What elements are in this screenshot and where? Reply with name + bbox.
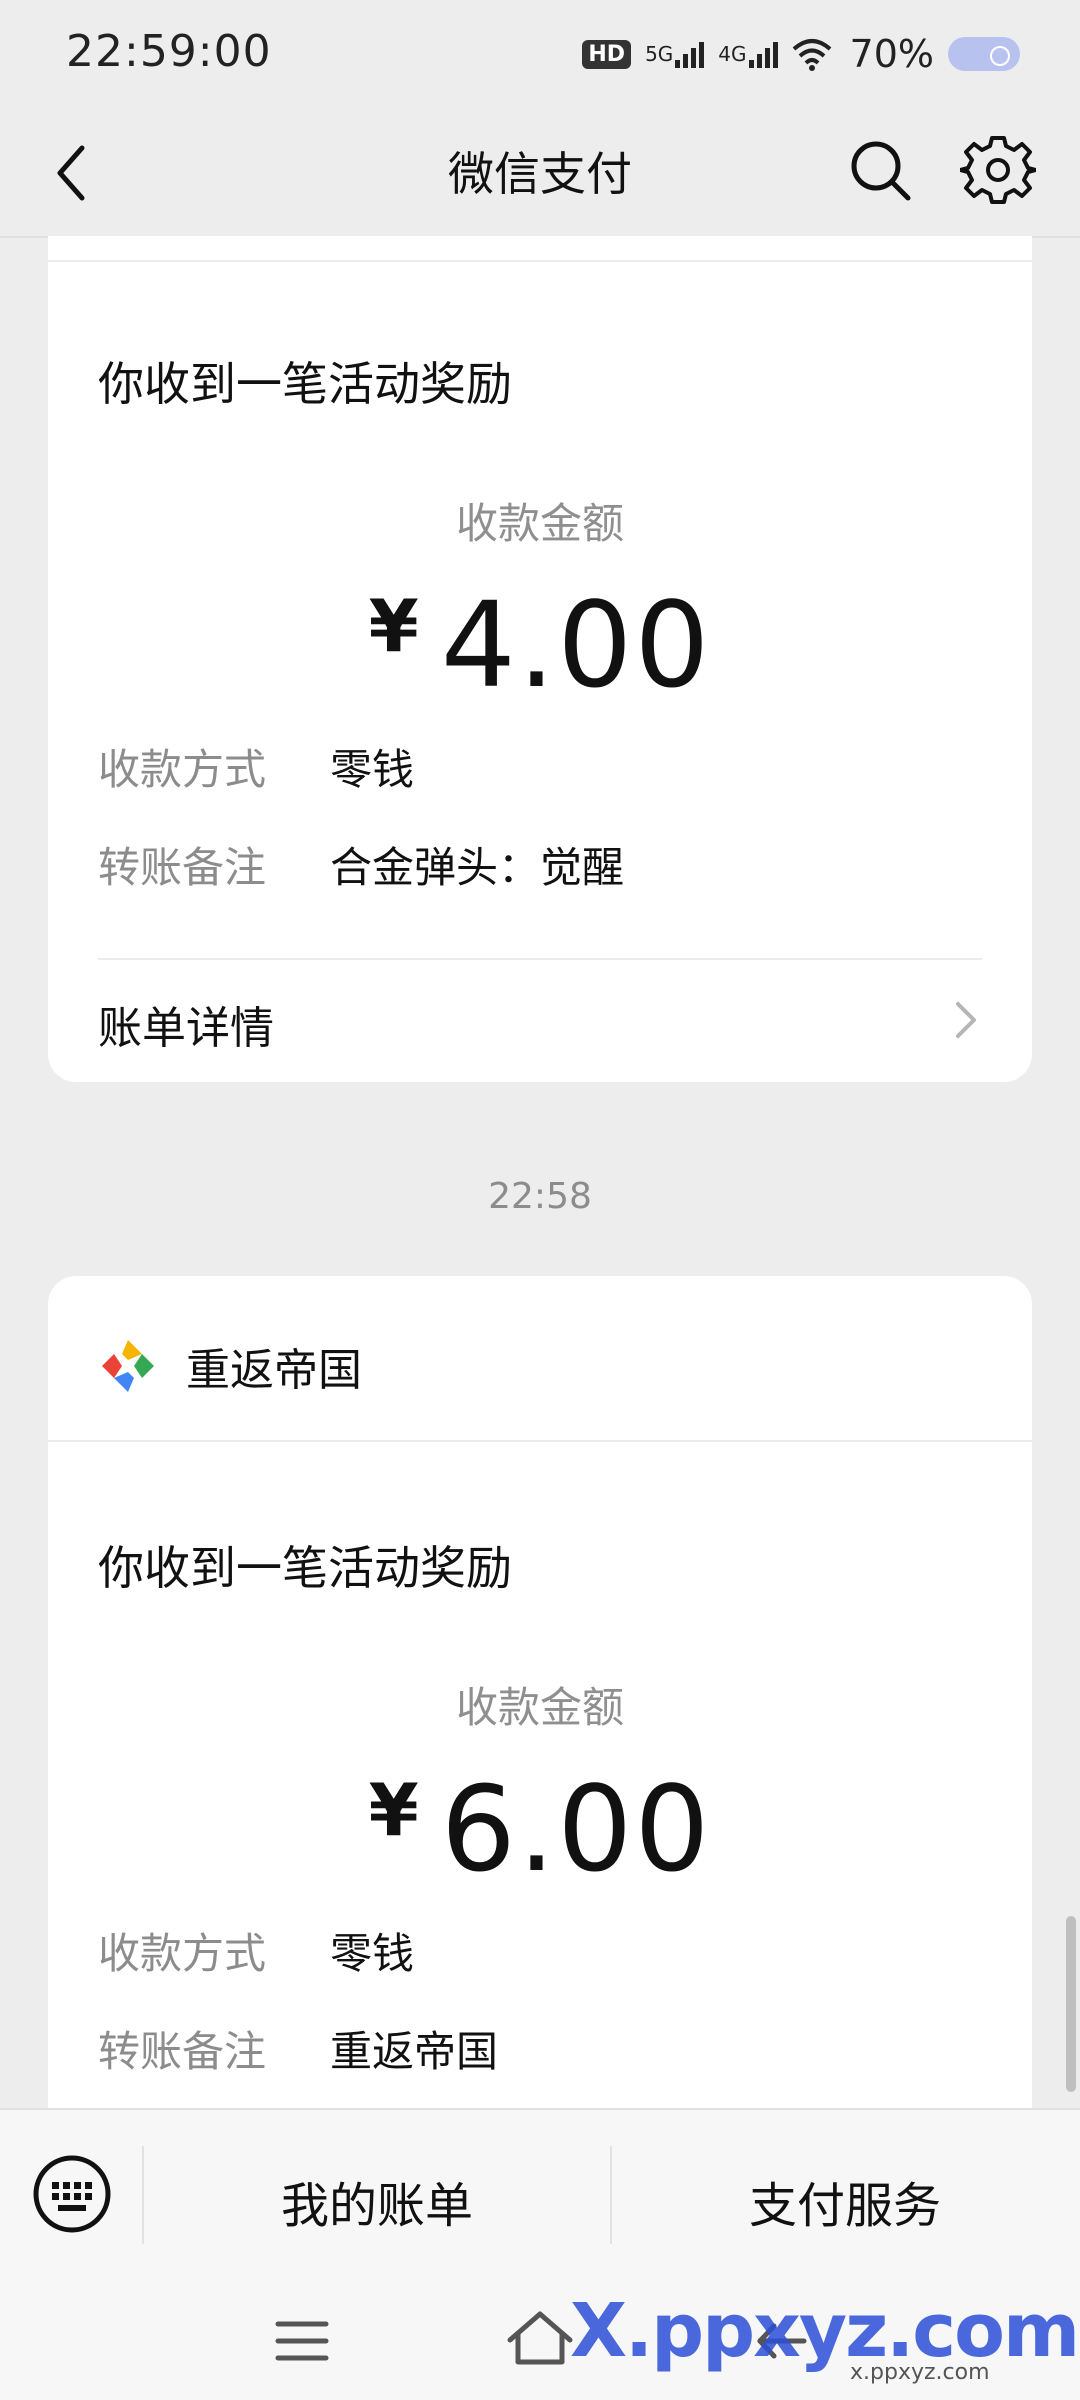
note-value: 合金弹头：觉醒 <box>330 843 625 892</box>
scrollbar-thumb[interactable] <box>1066 1916 1076 2092</box>
timestamp-separator: 22:58 <box>488 1176 592 1217</box>
merchant-header[interactable]: 重返帝国 <box>98 1326 362 1406</box>
card-divider <box>48 260 1032 262</box>
amount-label: 收款金额 <box>455 499 624 548</box>
payment-method-row: 收款方式 零钱 <box>98 736 414 797</box>
watermark: X.ppxyz.com <box>570 2288 1080 2374</box>
merchant-name: 重返帝国 <box>186 1345 362 1396</box>
amount-value: 4.00 <box>440 576 712 714</box>
signal-4g-icon: 4G <box>718 40 778 68</box>
signal-5g-icon: 5G <box>645 40 705 68</box>
status-time: 22:59:00 <box>66 26 272 77</box>
amount-display: ¥4.00 <box>48 576 1032 714</box>
gear-icon[interactable] <box>960 132 1036 208</box>
top-nav: 微信支付 <box>0 110 1080 238</box>
currency-symbol: ¥ <box>368 584 419 668</box>
tab-payment-services[interactable]: 支付服务 <box>612 2166 1078 2236</box>
search-icon[interactable] <box>846 136 916 206</box>
watermark-url: x.ppxyz.com <box>850 2360 990 2385</box>
amount-value: 6.00 <box>440 1760 712 1898</box>
status-icons: HD 5G 4G 70% <box>582 32 1020 76</box>
note-value: 重返帝国 <box>330 2027 499 2076</box>
wifi-icon <box>792 39 831 71</box>
card-divider <box>98 958 982 960</box>
card-heading: 你收到一笔活动奖励 <box>98 357 512 411</box>
currency-symbol: ¥ <box>368 1768 419 1852</box>
note-key: 转账备注 <box>98 2027 267 2076</box>
page-title: 微信支付 <box>448 147 632 201</box>
status-bar: 22:59:00 HD 5G 4G 70% <box>0 0 1080 110</box>
method-key: 收款方式 <box>98 745 267 794</box>
hd-icon: HD <box>582 39 632 69</box>
amount-label: 收款金额 <box>455 1683 624 1732</box>
net1-label: 5G <box>645 42 674 66</box>
battery-percent: 70% <box>849 32 934 76</box>
bill-detail-label: 账单详情 <box>98 1003 274 1054</box>
battery-icon <box>948 37 1020 71</box>
transaction-card-2: 重返帝国 你收到一笔活动奖励 收款金额 ¥6.00 收款方式 零钱 转账备注 重返帝… <box>48 1276 1032 2136</box>
note-key: 转账备注 <box>98 843 267 892</box>
transfer-note-row: 转账备注 重返帝国 <box>98 2018 498 2079</box>
card-divider <box>48 1440 1032 1442</box>
home-icon[interactable] <box>504 2306 576 2370</box>
menu-icon[interactable] <box>272 2316 332 2366</box>
transaction-card-1: 你收到一笔活动奖励 收款金额 ¥4.00 收款方式 零钱 转账备注 合金弹头：觉醒 … <box>48 236 1032 1082</box>
merchant-logo-icon <box>102 1340 154 1392</box>
method-value: 零钱 <box>330 745 415 794</box>
chevron-right-icon <box>956 1002 976 1038</box>
bottom-menu-bar: 我的账单 支付服务 <box>0 2108 1080 2294</box>
amount-display: ¥6.00 <box>48 1760 1032 1898</box>
net2-label: 4G <box>718 42 747 66</box>
tab-my-bills[interactable]: 我的账单 <box>144 2166 610 2236</box>
keyboard-icon[interactable] <box>32 2154 112 2234</box>
card-heading: 你收到一笔活动奖励 <box>98 1541 512 1595</box>
transfer-note-row: 转账备注 合金弹头：觉醒 <box>98 834 624 895</box>
method-key: 收款方式 <box>98 1929 267 1978</box>
payment-method-row: 收款方式 零钱 <box>98 1920 414 1981</box>
method-value: 零钱 <box>330 1929 415 1978</box>
bill-detail-link[interactable]: 账单详情 <box>98 992 1002 1056</box>
